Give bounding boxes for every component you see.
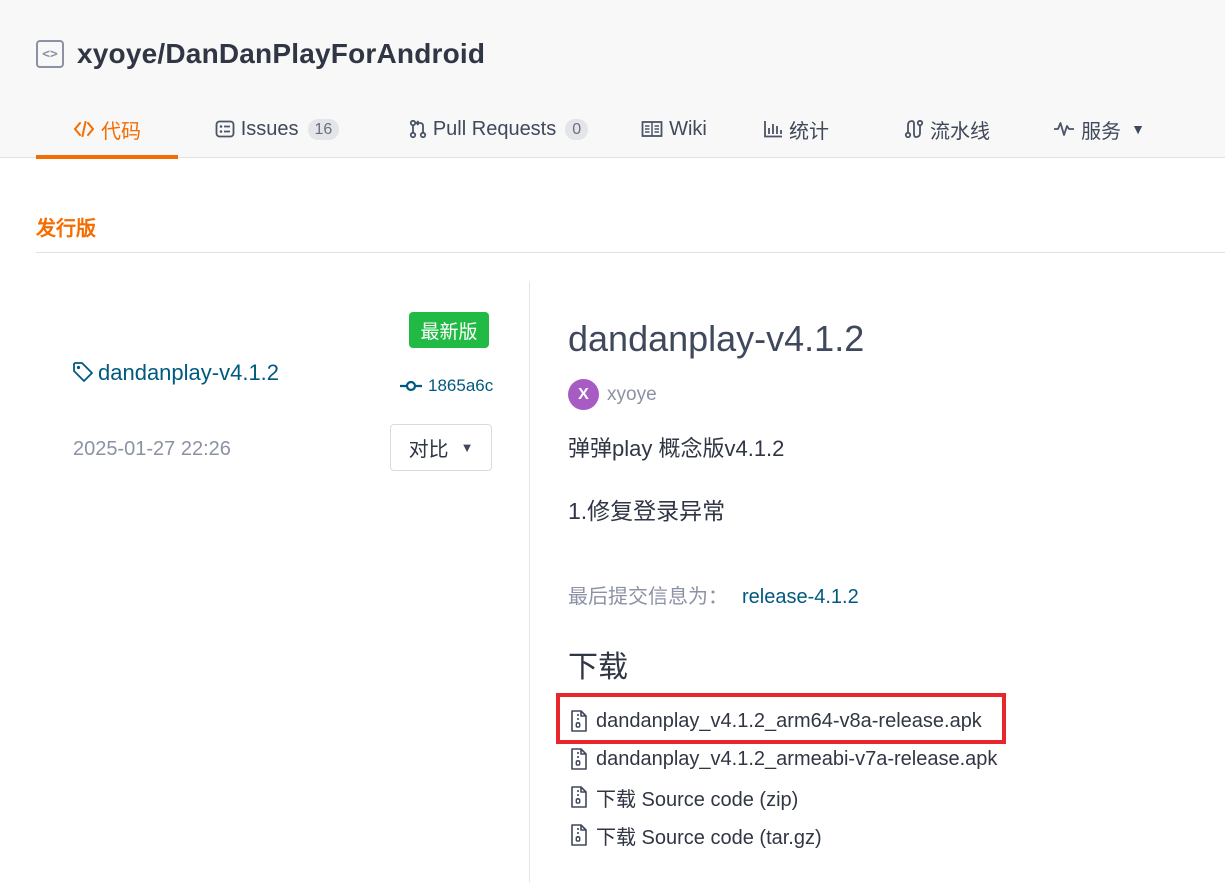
section-divider bbox=[36, 252, 1225, 253]
author-name[interactable]: xyoye bbox=[607, 384, 657, 406]
issues-icon bbox=[215, 120, 235, 138]
repo-header: <> xyoye/DanDanPlayForAndroid 代码 Issues … bbox=[0, 0, 1225, 159]
file-zip-icon bbox=[570, 786, 588, 808]
tab-pull-requests[interactable]: Pull Requests 0 bbox=[376, 100, 621, 158]
compare-button[interactable]: 对比 ▼ bbox=[390, 424, 492, 471]
tab-services-label: 服务 bbox=[1081, 120, 1122, 143]
pipeline-icon bbox=[904, 119, 924, 139]
release-title[interactable]: dandanplay-v4.1.2 bbox=[568, 318, 864, 360]
repo-name-link[interactable]: xyoye/DanDanPlayForAndroid bbox=[77, 38, 485, 70]
download-asset-label: dandanplay_v4.1.2_armeabi-v7a-release.ap… bbox=[596, 747, 998, 770]
tab-wiki-label: Wiki bbox=[669, 117, 707, 140]
chevron-down-icon: ▼ bbox=[1131, 121, 1145, 137]
tab-pipeline[interactable]: 流水线 bbox=[865, 100, 1029, 158]
downloads-title: 下载 bbox=[568, 651, 628, 684]
latest-release-badge: 最新版 bbox=[409, 312, 489, 348]
repo-code-icon: <> bbox=[36, 40, 64, 68]
code-icon bbox=[73, 120, 95, 138]
release-commit-link[interactable]: 1865a6c bbox=[400, 376, 493, 396]
download-asset-label: 下载 Source code (tar.gz) bbox=[596, 826, 822, 849]
pull-requests-count-badge: 0 bbox=[565, 118, 589, 140]
tab-pipeline-label: 流水线 bbox=[930, 120, 990, 143]
last-commit-link[interactable]: release-4.1.2 bbox=[742, 586, 859, 608]
pulse-icon bbox=[1053, 120, 1075, 138]
release-column-divider bbox=[529, 282, 530, 882]
download-asset-armeabi[interactable]: dandanplay_v4.1.2_armeabi-v7a-release.ap… bbox=[570, 744, 997, 774]
highlight-box bbox=[556, 693, 1006, 744]
tab-issues[interactable]: Issues 16 bbox=[178, 100, 376, 158]
tab-wiki[interactable]: Wiki bbox=[621, 100, 727, 158]
tag-icon bbox=[72, 361, 94, 383]
tab-code-label: 代码 bbox=[101, 120, 141, 143]
download-source-targz[interactable]: 下载 Source code (tar.gz) bbox=[570, 820, 822, 850]
commit-hash: 1865a6c bbox=[428, 376, 494, 395]
file-zip-icon bbox=[570, 824, 588, 846]
chevron-down-icon: ▼ bbox=[460, 440, 474, 455]
pull-request-icon bbox=[409, 119, 427, 139]
tab-statistics-label: 统计 bbox=[789, 120, 829, 143]
tab-code[interactable]: 代码 bbox=[36, 100, 178, 159]
bar-chart-icon bbox=[763, 120, 783, 138]
commit-icon bbox=[400, 379, 422, 393]
repo-title: <> xyoye/DanDanPlayForAndroid bbox=[36, 38, 485, 70]
compare-label: 对比 bbox=[408, 439, 449, 461]
download-source-zip[interactable]: 下载 Source code (zip) bbox=[570, 782, 798, 812]
release-date: 2025-01-27 22:26 bbox=[73, 438, 231, 460]
tab-statistics[interactable]: 统计 bbox=[727, 100, 865, 158]
avatar[interactable]: X bbox=[568, 379, 599, 410]
release-description-line2: 1.修复登录异常 bbox=[568, 498, 726, 524]
last-commit-info: 最后提交信息为： release-4.1.2 bbox=[568, 580, 859, 609]
tab-pull-requests-label: Pull Requests bbox=[432, 117, 557, 140]
release-tag-link[interactable]: dandanplay-v4.1.2 bbox=[72, 356, 292, 389]
releases-section-title: 发行版 bbox=[36, 218, 96, 240]
tab-services[interactable]: 服务 ▼ bbox=[1029, 100, 1169, 158]
release-author[interactable]: X xyoye bbox=[568, 379, 657, 410]
issues-count-badge: 16 bbox=[307, 118, 340, 140]
repo-tabs: 代码 Issues 16 Pull Requests 0 Wiki 统计 流水线… bbox=[36, 100, 1169, 159]
release-tag-label: dandanplay-v4.1.2 bbox=[98, 360, 280, 385]
book-icon bbox=[641, 120, 663, 138]
file-zip-icon bbox=[570, 748, 588, 770]
tab-issues-label: Issues bbox=[240, 117, 299, 140]
release-description-line1: 弹弹play 概念版v4.1.2 bbox=[568, 436, 785, 461]
last-commit-label: 最后提交信息为： bbox=[568, 586, 728, 608]
download-asset-label: 下载 Source code (zip) bbox=[596, 788, 799, 811]
